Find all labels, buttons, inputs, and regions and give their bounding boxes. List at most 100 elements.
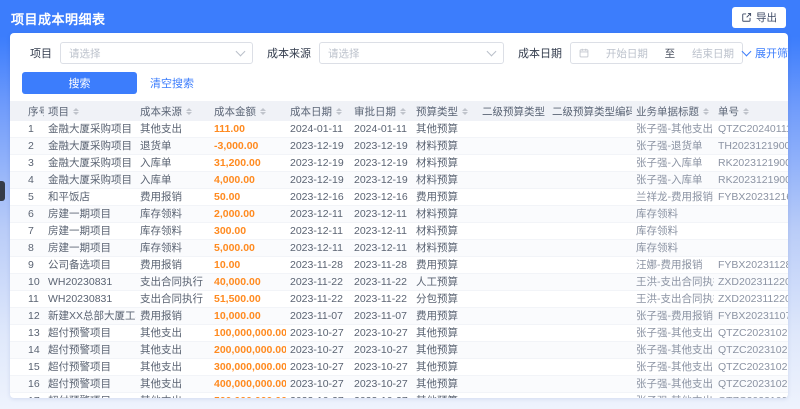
cell-cost_date: 2023-12-19	[286, 154, 350, 172]
cell-approval_date: 2023-12-11	[350, 222, 412, 240]
cell-cost_amount: 31,200.00	[210, 154, 286, 172]
sort-icon[interactable]	[703, 105, 709, 119]
cell-seq: 3	[10, 154, 44, 172]
expand-filter-label: 展开筛选	[755, 48, 788, 60]
cell-cost_date: 2023-12-16	[286, 188, 350, 206]
table-row[interactable]: 2 金融大厦采购项目 退货单 -3,000.00 2023-12-19 2023-12-1…	[10, 137, 788, 155]
column-header-cost_amount[interactable]: 成本金额	[210, 101, 286, 121]
column-header-label: 项目	[48, 105, 69, 118]
cell-approval_date: 2023-11-22	[350, 290, 412, 308]
sort-icon[interactable]	[260, 105, 266, 119]
table-row[interactable]: 3 金融大厦采购项目 入库单 31,200.00 2023-12-19 2023-12-1…	[10, 154, 788, 172]
column-header-approval_date[interactable]: 审批日期	[350, 101, 412, 121]
date-start-input[interactable]: 开始日期	[606, 46, 648, 61]
column-header-label: 成本金额	[214, 105, 256, 118]
cell-cost_amount: 40,000.00	[210, 273, 286, 291]
table-row[interactable]: 5 和平饭店 费用报销 50.00 2023-12-16 2023-12-16 费用预算 兰祥…	[10, 188, 788, 206]
table-row[interactable]: 10 WH20230831 支出合同执行 40,000.00 2023-11-22 202…	[10, 273, 788, 291]
column-header-cost_date[interactable]: 成本日期	[286, 101, 350, 121]
side-panel-handle[interactable]	[0, 181, 5, 201]
table-row[interactable]: 14 超付预警项目 其他支出 200,000,000.00 2023-10-27 2023…	[10, 341, 788, 359]
table-row[interactable]: 13 超付预警项目 其他支出 100,000,000.00 2023-10-27 2023…	[10, 324, 788, 342]
table-row[interactable]: 7 房建一期项目 库存领料 300.00 2023-12-11 2023-12-11 材料预…	[10, 222, 788, 240]
cell-cost_date: 2023-10-27	[286, 341, 350, 359]
chevron-down-icon	[486, 46, 497, 57]
column-header-label: 单号	[718, 105, 739, 118]
column-header-label: 二级预算类型	[482, 105, 545, 118]
table-row[interactable]: 6 房建一期项目 库存领料 2,000.00 2023-12-11 2023-12-11 材…	[10, 205, 788, 223]
cell-budget_subtype_code	[548, 341, 632, 359]
column-header-cost_source[interactable]: 成本来源	[136, 101, 210, 121]
cell-cost_date: 2023-10-27	[286, 358, 350, 376]
cell-budget_subtype_code	[548, 239, 632, 257]
cell-project: 公司备选项目	[44, 256, 136, 274]
cell-budget_subtype	[478, 341, 548, 359]
sort-icon[interactable]	[743, 105, 749, 119]
column-header-budget_type[interactable]: 预算类型	[412, 101, 478, 121]
cell-budget_type: 分包预算	[412, 290, 478, 308]
cell-budget_type: 费用预算	[412, 307, 478, 325]
cell-approval_date: 2023-12-19	[350, 137, 412, 155]
cell-doc_title: 王洪-支出合同执行	[632, 290, 714, 308]
cell-cost_amount: 400,000,000.00	[210, 375, 286, 393]
table-header-row: 序号 项目 成本来源 成本金额 成本日期 审批日期 预算类型 二级预算类型 二级预算类型编码 业务…	[10, 101, 788, 121]
table-row[interactable]: 12新建XX总部大厦工程二期费用报销10,000.002023-11-07202…	[10, 307, 788, 325]
cell-budget_subtype	[478, 358, 548, 376]
column-header-budget_subtype_code[interactable]: 二级预算类型编码	[548, 101, 632, 121]
cell-approval_date: 2023-12-11	[350, 205, 412, 223]
cell-doc_no: FYBX20231107001	[714, 307, 788, 325]
filter-bar: 项目 请选择 成本来源 请选择 成本日期 开始日期 至 结束日期 展开筛	[10, 33, 788, 65]
table-row[interactable]: 4 金融大厦采购项目 入库单 4,000.00 2023-12-19 2023-12-19…	[10, 171, 788, 189]
column-header-label: 预算类型	[416, 105, 458, 118]
export-button[interactable]: 导出	[732, 7, 786, 28]
table-row[interactable]: 11 WH20230831 支出合同执行 51,500.00 2023-11-22 202…	[10, 290, 788, 308]
cell-approval_date: 2023-12-16	[350, 188, 412, 206]
cell-cost_source: 库存领料	[136, 239, 210, 257]
cell-budget_subtype_code	[548, 375, 632, 393]
cell-doc_title: 张子强-其他支出	[632, 121, 714, 138]
table-row[interactable]: 1 金融大厦采购项目 其他支出 111.00 2024-01-11 2024-01-11 其…	[10, 121, 788, 138]
table-row[interactable]: 9 公司备选项目 费用报销 10.00 2023-11-28 2023-11-28 费用预算…	[10, 256, 788, 274]
column-header-label: 二级预算类型编码	[552, 105, 632, 118]
sort-icon[interactable]	[400, 105, 406, 119]
cell-budget_subtype	[478, 307, 548, 325]
clear-search-link[interactable]: 清空搜索	[150, 75, 194, 91]
sort-icon[interactable]	[186, 105, 192, 119]
cell-budget_subtype_code	[548, 307, 632, 325]
table-row[interactable]: 15 超付预警项目 其他支出 300,000,000.00 2023-10-27 2023…	[10, 358, 788, 376]
column-header-doc_no[interactable]: 单号	[714, 101, 788, 121]
sort-icon[interactable]	[336, 105, 342, 119]
column-header-label: 序号	[28, 105, 44, 118]
column-header-budget_subtype[interactable]: 二级预算类型	[478, 101, 548, 121]
project-select[interactable]: 请选择	[60, 42, 253, 64]
table-row[interactable]: 8 房建一期项目 库存领料 5,000.00 2023-12-11 2023-12-11 材…	[10, 239, 788, 257]
sort-icon[interactable]	[462, 105, 468, 119]
cost-date-range-picker[interactable]: 开始日期 至 结束日期	[570, 42, 743, 64]
cell-budget_type: 费用预算	[412, 188, 478, 206]
cell-budget_subtype_code	[548, 222, 632, 240]
cell-cost_amount: 5,000.00	[210, 239, 286, 257]
column-header-label: 成本来源	[140, 105, 182, 118]
column-header-project[interactable]: 项目	[44, 101, 136, 121]
cell-budget_type: 材料预算	[412, 154, 478, 172]
date-end-input[interactable]: 结束日期	[692, 46, 734, 61]
cell-seq: 11	[10, 290, 44, 308]
cell-doc_no: QTZC20231027002	[714, 375, 788, 393]
cell-budget_subtype_code	[548, 358, 632, 376]
cell-doc_no: RK20231219003	[714, 154, 788, 172]
cell-budget_type: 材料预算	[412, 171, 478, 189]
cost-source-select[interactable]: 请选择	[319, 42, 504, 64]
table-row[interactable]: 16 超付预警项目 其他支出 400,000,000.00 2023-10-27 2023…	[10, 375, 788, 393]
cell-doc_title: 兰祥龙-费用报销	[632, 188, 714, 206]
cell-approval_date: 2023-12-19	[350, 154, 412, 172]
cell-cost_date: 2023-12-11	[286, 222, 350, 240]
cell-budget_subtype_code	[548, 171, 632, 189]
column-header-doc_title[interactable]: 业务单据标题	[632, 101, 714, 121]
cell-project: 金融大厦采购项目	[44, 137, 136, 155]
cell-cost_source: 入库单	[136, 154, 210, 172]
expand-filter-link[interactable]: 展开筛选	[741, 45, 788, 61]
table-row[interactable]: 17超付预警项目其他支出500,000,000.002023-10-272023…	[10, 392, 788, 398]
sort-icon[interactable]	[73, 105, 79, 119]
cost-detail-table: 序号 项目 成本来源 成本金额 成本日期 审批日期 预算类型 二级预算类型 二级预算类型编码 业务…	[10, 101, 788, 398]
search-button[interactable]: 搜索	[22, 72, 137, 94]
